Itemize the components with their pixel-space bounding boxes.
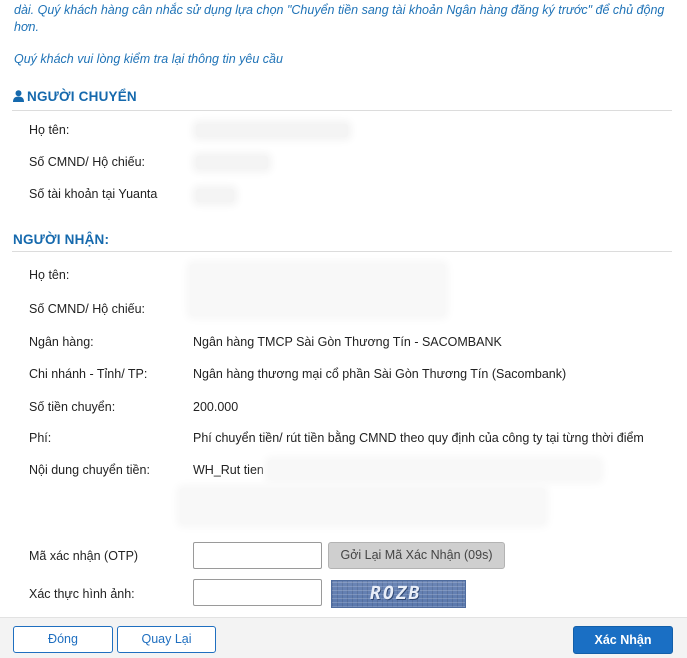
back-button[interactable]: Quay Lại — [117, 626, 216, 653]
redacted-receiver-name-id — [190, 264, 445, 316]
branch-label: Chi nhánh - Tỉnh/ TP: — [29, 367, 148, 381]
resend-otp-button[interactable]: Gởi Lại Mã Xác Nhận (09s) — [328, 542, 505, 569]
notice-text: dài. Quý khách hàng cân nhắc sử dụng lựa… — [14, 3, 665, 34]
sender-account-label: Số tài khoản tại Yuanta — [29, 187, 158, 201]
otp-input[interactable] — [193, 542, 322, 569]
captcha-label: Xác thực hình ảnh: — [29, 587, 135, 601]
transfer-content-label: Nội dung chuyển tiền: — [29, 463, 150, 477]
redacted-transfer-content-extra — [180, 488, 545, 524]
user-icon — [13, 90, 24, 102]
captcha-image-text: ROZB — [368, 583, 424, 604]
amount-label: Số tiền chuyển: — [29, 400, 116, 414]
sender-name-label: Họ tên: — [29, 123, 70, 137]
bank-value: Ngân hàng TMCP Sài Gòn Thương Tín - SACO… — [193, 335, 502, 349]
captcha-image: ROZB — [331, 580, 466, 608]
otp-label: Mã xác nhận (OTP) — [29, 549, 139, 563]
branch-value: Ngân hàng thương mại cổ phần Sài Gòn Thư… — [193, 367, 567, 381]
redacted-sender-account — [196, 189, 234, 202]
section-divider — [12, 251, 672, 252]
receiver-id-label: Số CMND/ Hộ chiếu: — [29, 302, 146, 316]
bank-label: Ngân hàng: — [29, 335, 94, 349]
confirm-button[interactable]: Xác Nhận — [573, 626, 673, 654]
receiver-section-title: NGƯỜI NHẬN: — [13, 232, 110, 247]
sender-id-label: Số CMND/ Hộ chiếu: — [29, 155, 146, 169]
check-info-text: Quý khách vui lòng kiểm tra lại thông ti… — [14, 52, 283, 66]
fee-value: Phí chuyển tiền/ rút tiền bằng CMND theo… — [193, 431, 644, 445]
transfer-content-value: WH_Rut tien — [193, 463, 264, 477]
redacted-sender-id — [196, 156, 268, 169]
sender-section-title: NGƯỜI CHUYỂN — [13, 89, 137, 104]
redacted-sender-name — [196, 124, 348, 137]
receiver-name-label: Họ tên: — [29, 268, 70, 282]
amount-value: 200.000 — [193, 400, 239, 414]
captcha-input[interactable] — [193, 579, 322, 606]
section-divider — [12, 110, 672, 111]
close-button[interactable]: Đóng — [13, 626, 113, 653]
sender-title-label: NGƯỜI CHUYỂN — [27, 89, 137, 104]
fee-label: Phí: — [29, 431, 52, 445]
redacted-transfer-content — [268, 460, 600, 480]
